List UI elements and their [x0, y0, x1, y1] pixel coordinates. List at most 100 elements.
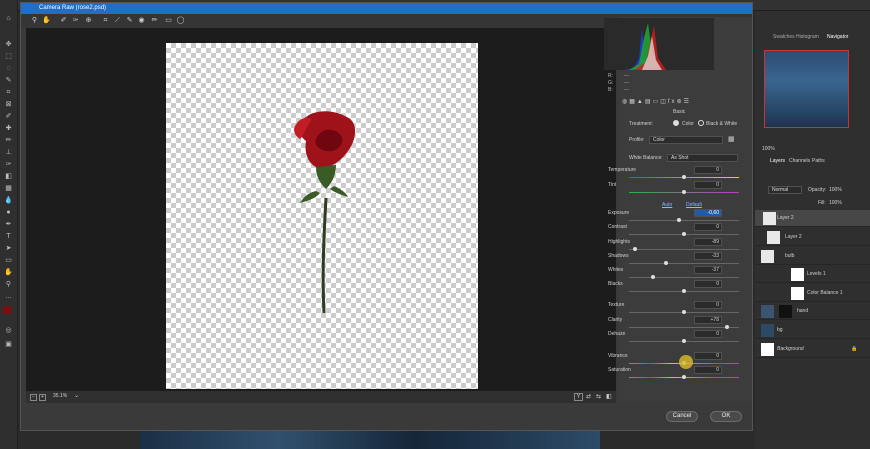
- marquee-tool-icon[interactable]: ⬚: [3, 52, 14, 61]
- swap-icon[interactable]: ⇄: [586, 393, 591, 400]
- zoom-icon[interactable]: ⚲: [30, 16, 39, 25]
- crop-icon[interactable]: ⌗: [101, 16, 110, 25]
- red-eye-icon[interactable]: ◉: [137, 16, 146, 25]
- straighten-icon[interactable]: ⟋: [113, 16, 122, 25]
- slider-thumb[interactable]: [725, 325, 729, 329]
- radial-filter-icon[interactable]: ◯: [176, 16, 185, 25]
- treatment-color-radio[interactable]: [673, 120, 679, 126]
- hand-tool-icon[interactable]: ✋: [3, 268, 14, 277]
- slider-thumb[interactable]: [682, 289, 686, 293]
- texture-value[interactable]: 0: [694, 301, 722, 309]
- effects-icon[interactable]: fx: [668, 99, 677, 105]
- wb-select[interactable]: As Shot: [667, 154, 738, 162]
- shadows-value[interactable]: -33: [694, 252, 722, 260]
- contrast-slider[interactable]: [629, 232, 739, 236]
- home-icon[interactable]: ⌂: [3, 14, 14, 23]
- frame-tool-icon[interactable]: ⊠: [3, 100, 14, 109]
- preview-area[interactable]: [26, 28, 616, 391]
- image-canvas[interactable]: [166, 43, 478, 389]
- slider-thumb[interactable]: [651, 275, 655, 279]
- tone-curve-icon[interactable]: ▦: [629, 99, 637, 105]
- opacity-value[interactable]: 100%: [829, 187, 842, 193]
- hand-icon[interactable]: ✋: [42, 16, 51, 25]
- temperature-slider[interactable]: [629, 175, 739, 179]
- gradient-tool-icon[interactable]: ▦: [3, 184, 14, 193]
- chevron-down-icon[interactable]: ⌄: [74, 392, 79, 399]
- temperature-value[interactable]: 0: [694, 166, 722, 174]
- brush-tool-icon[interactable]: ✏: [3, 136, 14, 145]
- presets-icon[interactable]: ☰: [684, 99, 691, 105]
- whites-value[interactable]: -37: [694, 266, 722, 274]
- profile-browser-icon[interactable]: ▦: [728, 135, 735, 143]
- shape-tool-icon[interactable]: ▭: [3, 256, 14, 265]
- history-brush-icon[interactable]: ✑: [3, 160, 14, 169]
- tab-histogram[interactable]: Histogram: [796, 34, 819, 40]
- foreground-color-swatch[interactable]: [3, 306, 11, 314]
- layer-row[interactable]: Layer 2: [755, 210, 870, 227]
- zoom-out-icon[interactable]: −: [30, 394, 37, 401]
- blur-tool-icon[interactable]: 💧: [3, 196, 14, 205]
- tab-channels[interactable]: Channels: [789, 158, 810, 164]
- blacks-value[interactable]: 0: [694, 280, 722, 288]
- slider-thumb[interactable]: [682, 175, 686, 179]
- layer-row[interactable]: Background 🔒: [755, 341, 870, 358]
- quick-select-tool-icon[interactable]: ✎: [3, 76, 14, 85]
- hsl-icon[interactable]: ▤: [645, 99, 653, 105]
- tab-paths[interactable]: Paths: [812, 158, 825, 164]
- slider-thumb[interactable]: [682, 375, 686, 379]
- white-balance-icon[interactable]: ✐: [59, 16, 68, 25]
- stamp-tool-icon[interactable]: ⊥: [3, 148, 14, 157]
- color-sampler-icon[interactable]: ✑: [71, 16, 80, 25]
- tint-value[interactable]: 0: [694, 181, 722, 189]
- layer-row[interactable]: bulb: [755, 248, 870, 265]
- auto-button[interactable]: Auto: [662, 202, 672, 208]
- pen-tool-icon[interactable]: ✒: [3, 220, 14, 229]
- highlights-value[interactable]: -89: [694, 238, 722, 246]
- exposure-value[interactable]: -0,60: [694, 209, 722, 217]
- contrast-value[interactable]: 0: [694, 223, 722, 231]
- slider-thumb[interactable]: [682, 339, 686, 343]
- texture-slider[interactable]: [629, 310, 739, 314]
- screen-mode-icon[interactable]: ▣: [3, 340, 14, 349]
- slider-thumb[interactable]: [682, 310, 686, 314]
- tab-swatches[interactable]: Swatches: [773, 34, 795, 40]
- graduated-filter-icon[interactable]: ▭: [164, 16, 173, 25]
- toggle-default-icon[interactable]: ◧: [606, 393, 612, 400]
- eraser-tool-icon[interactable]: ◧: [3, 172, 14, 181]
- detail-icon[interactable]: ▲: [637, 99, 645, 105]
- path-select-icon[interactable]: ➤: [3, 244, 14, 253]
- layer-row[interactable]: bg: [755, 322, 870, 339]
- saturation-slider[interactable]: [629, 375, 739, 379]
- zoom-in-icon[interactable]: +: [39, 394, 46, 401]
- dehaze-slider[interactable]: [629, 339, 739, 343]
- cancel-button[interactable]: Cancel: [666, 411, 698, 422]
- shadows-slider[interactable]: [629, 261, 739, 265]
- lasso-tool-icon[interactable]: ◌: [3, 64, 14, 73]
- layer-row[interactable]: Color Balance 1: [755, 285, 870, 302]
- whites-slider[interactable]: [629, 275, 739, 279]
- type-tool-icon[interactable]: T: [3, 232, 14, 241]
- slider-thumb[interactable]: [677, 218, 681, 222]
- zoom-level[interactable]: 35.1%: [53, 393, 67, 399]
- default-button[interactable]: Default: [686, 202, 702, 208]
- healing-tool-icon[interactable]: ✚: [3, 124, 14, 133]
- more-tools-icon[interactable]: …: [3, 292, 14, 301]
- tab-layers[interactable]: Layers: [770, 158, 785, 164]
- move-tool-icon[interactable]: ✥: [3, 40, 14, 49]
- target-adjust-icon[interactable]: ⊕: [84, 16, 93, 25]
- slider-thumb[interactable]: [633, 247, 637, 251]
- dehaze-value[interactable]: 0: [694, 330, 722, 338]
- fill-value[interactable]: 100%: [829, 200, 842, 206]
- treatment-bw-radio[interactable]: [698, 120, 704, 126]
- eyedropper-tool-icon[interactable]: ✐: [3, 112, 14, 121]
- clarity-value[interactable]: +78: [694, 316, 722, 324]
- layer-row[interactable]: Levels 1: [755, 266, 870, 283]
- quick-mask-icon[interactable]: ◎: [3, 326, 14, 335]
- tint-slider[interactable]: [629, 190, 739, 194]
- highlights-slider[interactable]: [629, 247, 739, 251]
- calibration-icon[interactable]: ⊚: [677, 99, 684, 105]
- blacks-slider[interactable]: [629, 289, 739, 293]
- slider-thumb[interactable]: [682, 190, 686, 194]
- crop-tool-icon[interactable]: ⌗: [3, 88, 14, 97]
- layer-row[interactable]: Layer 2: [755, 229, 870, 246]
